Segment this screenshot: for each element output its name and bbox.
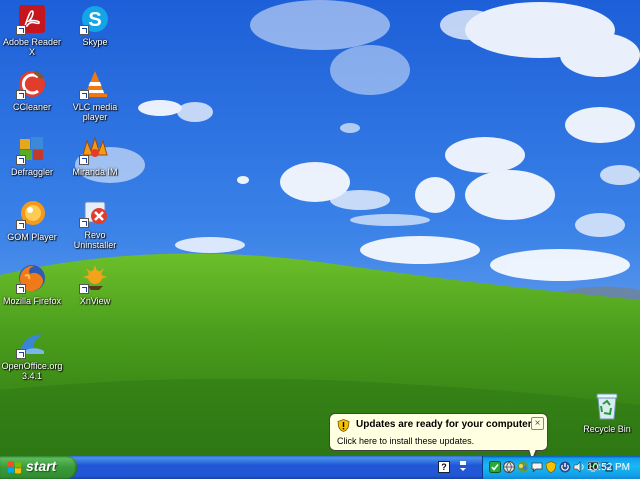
desktop-icon-label: Miranda IM (72, 167, 118, 177)
start-label: start (26, 458, 57, 474)
desktop-icon-label: Defraggler (10, 167, 54, 177)
desktop-icon-defraggler[interactable]: Defraggler (0, 133, 64, 177)
desktop-icon-vlc[interactable]: VLC media player (63, 68, 127, 122)
desktop-icon-gom-player[interactable]: GOM Player (0, 198, 64, 242)
balloon-title: Updates are ready for your computer (356, 419, 532, 430)
openoffice-icon (16, 327, 48, 359)
desktop-icon-label: VLC media player (72, 102, 118, 122)
desktop-icon-label: CCleaner (12, 102, 52, 112)
vlc-icon (79, 68, 111, 100)
adobe-reader-icon (16, 3, 48, 35)
revo-uninstaller-icon (79, 196, 111, 228)
windows-flag-icon (8, 461, 21, 474)
desktop-icon-recycle-bin[interactable]: Recycle Bin (575, 390, 639, 434)
defraggler-icon (16, 133, 48, 165)
desktop-icon-label: Recycle Bin (583, 424, 631, 434)
desktop-icon-label: XnView (79, 296, 111, 306)
clock[interactable]: 10:52 PM (587, 462, 630, 473)
skype-icon: S (79, 3, 111, 35)
desktop-icon-skype[interactable]: S Skype (63, 3, 127, 47)
desktop-icon-label: Mozilla Firefox (2, 296, 61, 306)
update-notification-balloon[interactable]: Updates are ready for your computer Clic… (329, 413, 548, 456)
language-help-icon[interactable]: ? (438, 461, 450, 473)
balloon-tail-fill (529, 449, 536, 456)
network-globe-icon[interactable] (503, 461, 515, 473)
desktop-icon-openoffice[interactable]: OpenOffice.org 3.4.1 (0, 327, 64, 381)
windows-update-shield-icon[interactable] (545, 461, 557, 473)
system-tray: 10:52 PM (482, 456, 640, 479)
desktop-icon-label: Skype (82, 37, 108, 47)
xnview-icon (79, 262, 111, 294)
ccleaner-icon (16, 68, 48, 100)
desktop-icon-firefox[interactable]: Mozilla Firefox (0, 262, 64, 306)
desktop-icon-label: Revo Uninstaller (73, 230, 117, 250)
desktop-icon-label: Adobe Reader X (2, 37, 62, 57)
svg-text:S: S (88, 9, 101, 31)
taskbar[interactable]: start ? 10:52 PM (0, 456, 640, 479)
language-bar-options-icon[interactable] (458, 459, 468, 475)
security-check-icon[interactable] (489, 461, 501, 473)
gom-player-icon (16, 198, 48, 230)
desktop-icon-label: OpenOffice.org 3.4.1 (1, 361, 63, 381)
chat-bubble-icon[interactable] (531, 461, 543, 473)
security-shield-icon (337, 419, 350, 432)
firefox-icon (16, 262, 48, 294)
desktop-icon-adobe-reader[interactable]: Adobe Reader X (0, 3, 64, 57)
messenger-icon[interactable] (517, 461, 529, 473)
desktop-icon-xnview[interactable]: XnView (63, 262, 127, 306)
recycle-bin-icon (591, 390, 623, 422)
balloon-body[interactable]: Click here to install these updates. (337, 436, 474, 446)
power-options-icon[interactable] (559, 461, 571, 473)
desktop-icon-label: GOM Player (7, 232, 57, 242)
desktop-icon-ccleaner[interactable]: CCleaner (0, 68, 64, 112)
start-button[interactable]: start (0, 456, 77, 479)
desktop-icon-revo-uninstaller[interactable]: Revo Uninstaller (63, 196, 127, 250)
balloon-close-button[interactable]: × (531, 417, 544, 430)
volume-speaker-icon[interactable] (573, 461, 585, 473)
desktop[interactable]: Adobe Reader X CCleaner Defraggler GOM P… (0, 0, 640, 456)
miranda-icon (79, 133, 111, 165)
desktop-icon-miranda[interactable]: Miranda IM (63, 133, 127, 177)
